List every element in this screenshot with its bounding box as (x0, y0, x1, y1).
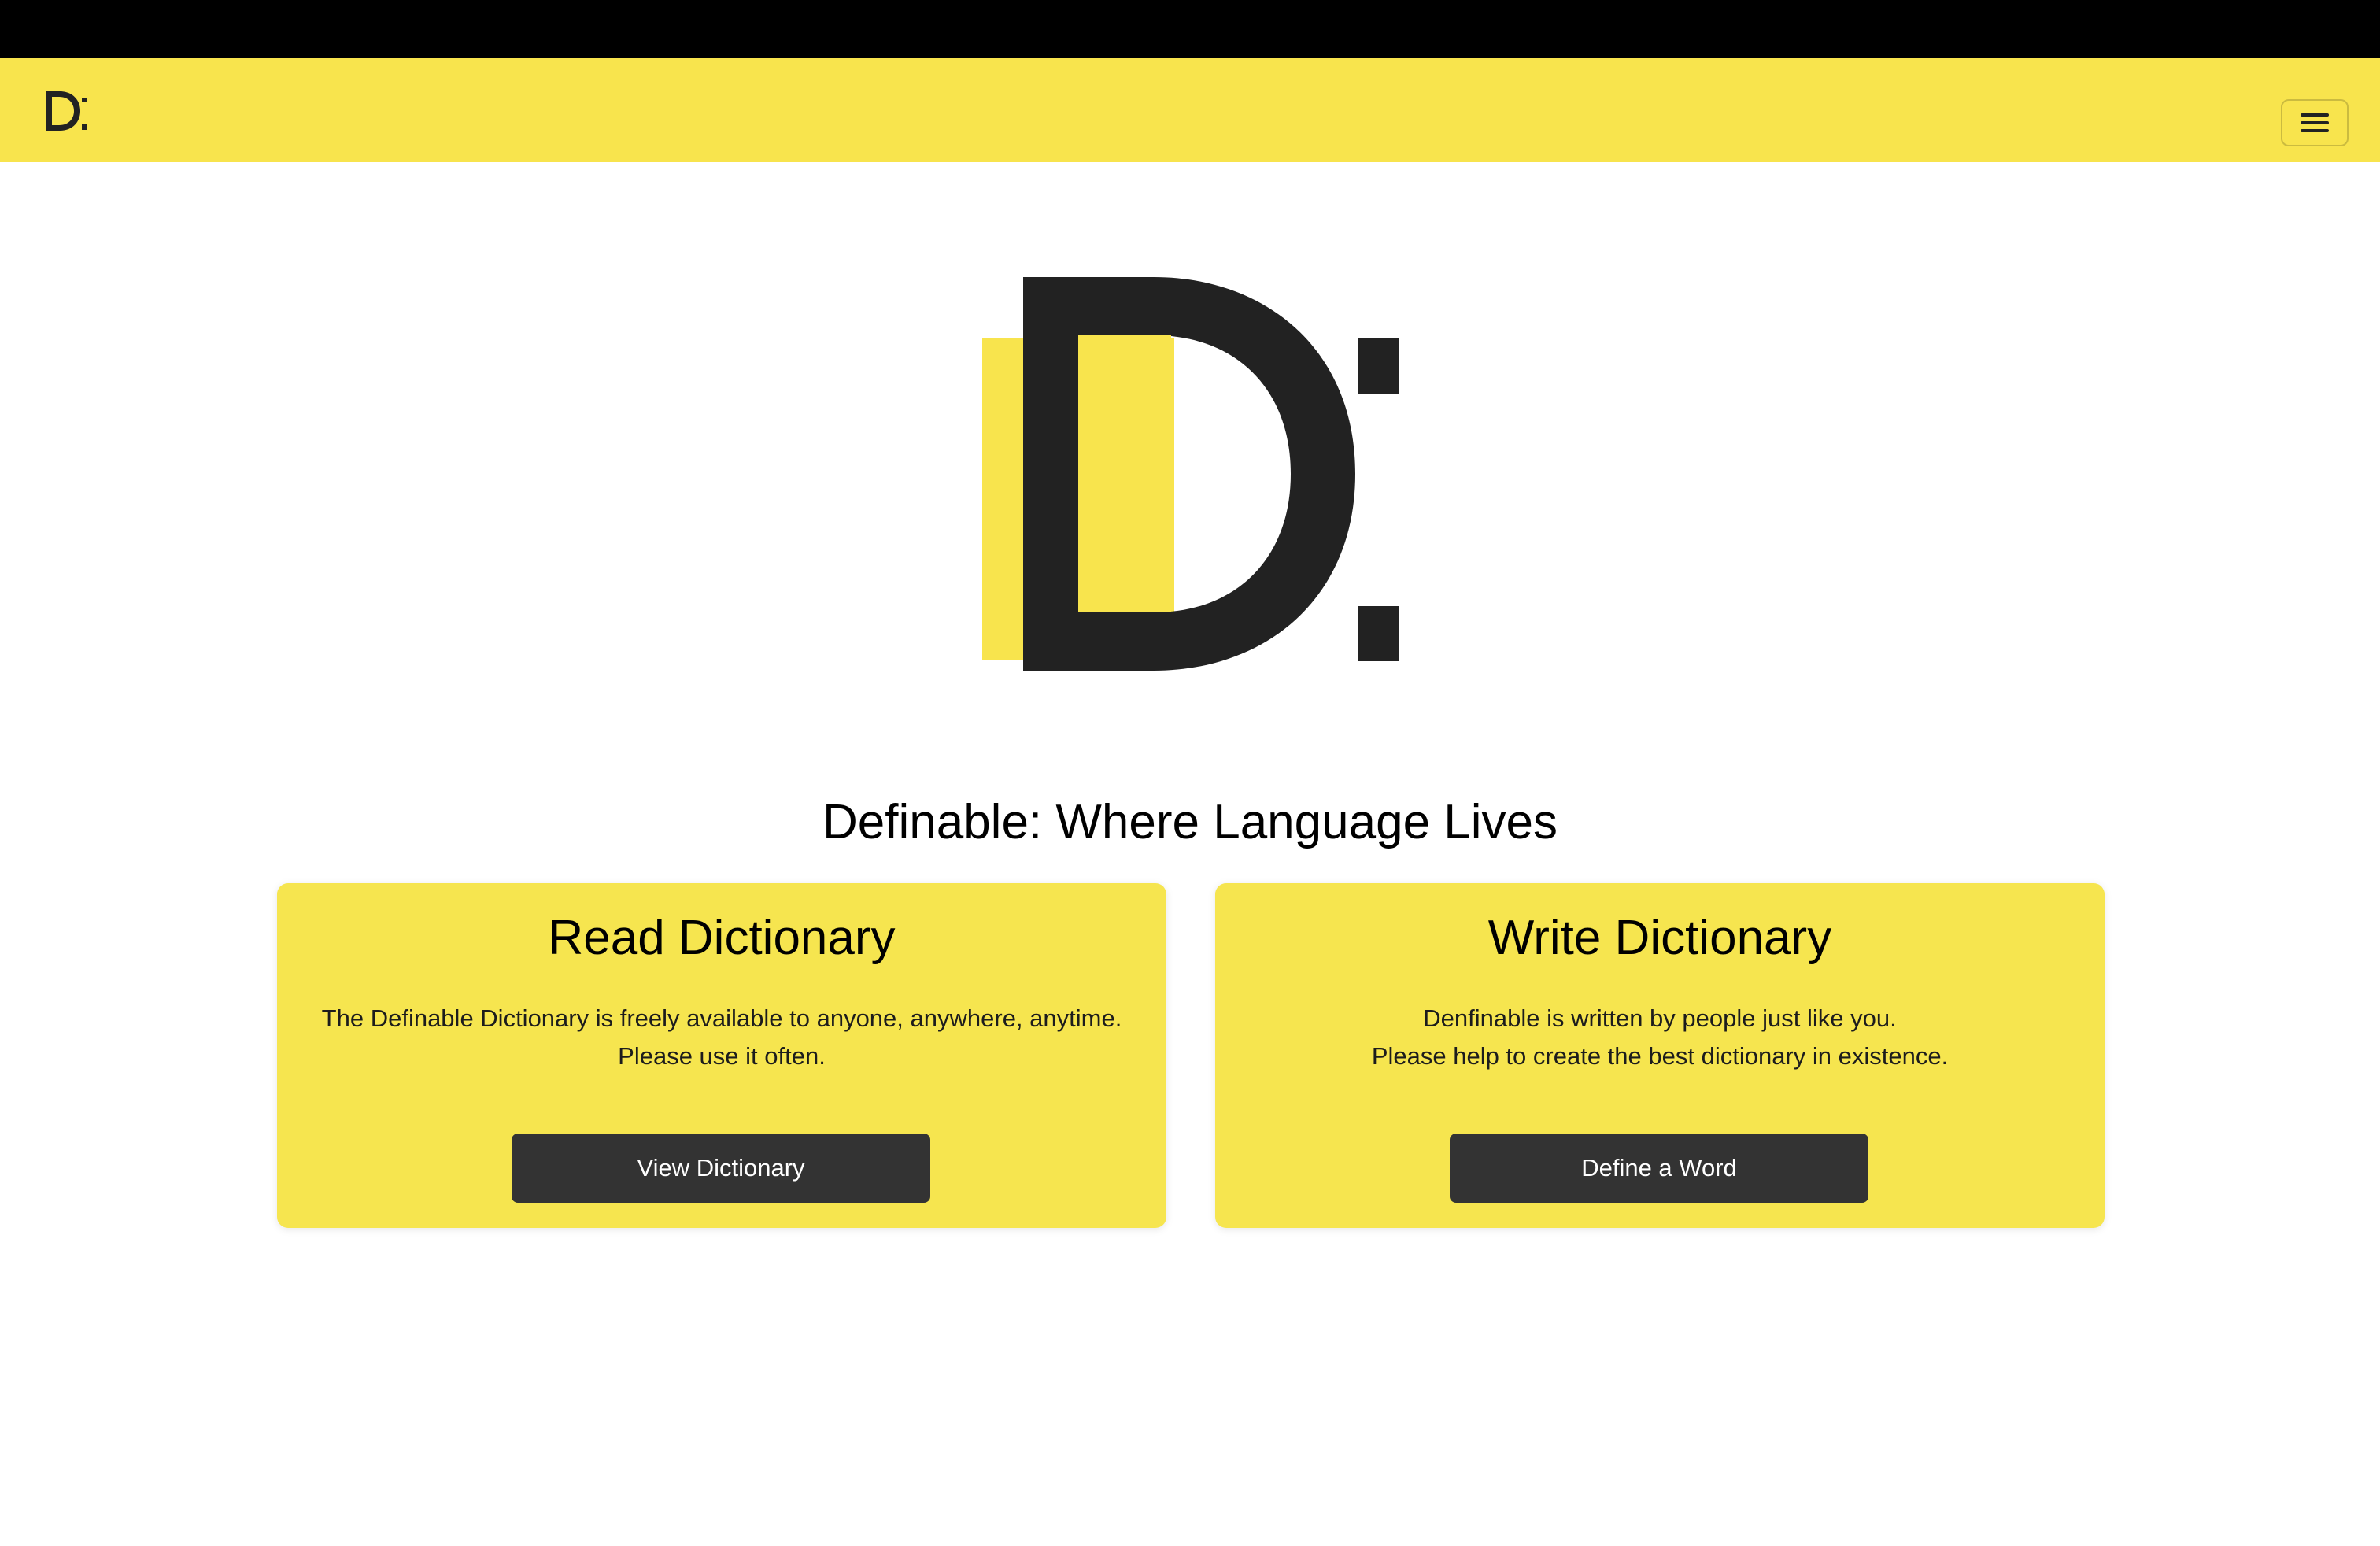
card-description: Denfinable is written by people just lik… (1215, 1000, 2105, 1075)
card-title: Read Dictionary (548, 911, 896, 965)
card-description-line: The Definable Dictionary is freely avail… (321, 1004, 1122, 1032)
definable-logo-icon (46, 91, 87, 131)
card-description: The Definable Dictionary is freely avail… (277, 1000, 1166, 1075)
definable-hero-logo-icon (982, 277, 1399, 671)
card-description-line: Please use it often. (618, 1042, 826, 1070)
page-tagline: Definable: Where Language Lives (822, 795, 1558, 849)
define-a-word-button[interactable]: Define a Word (1450, 1134, 1868, 1203)
hamburger-icon (2301, 113, 2329, 132)
card-description-line: Denfinable is written by people just lik… (1423, 1004, 1897, 1032)
browser-top-bar (0, 0, 2380, 58)
view-dictionary-button[interactable]: View Dictionary (512, 1134, 930, 1203)
navbar (0, 58, 2380, 162)
navbar-logo-link[interactable] (44, 90, 88, 132)
write-dictionary-card: Write Dictionary Denfinable is written b… (1215, 883, 2105, 1228)
card-title: Write Dictionary (1488, 911, 1832, 965)
hero-logo (978, 277, 1402, 677)
read-dictionary-card: Read Dictionary The Definable Dictionary… (277, 883, 1166, 1228)
card-description-line: Please help to create the best dictionar… (1371, 1042, 1949, 1070)
navbar-toggle-button[interactable] (2281, 99, 2349, 146)
